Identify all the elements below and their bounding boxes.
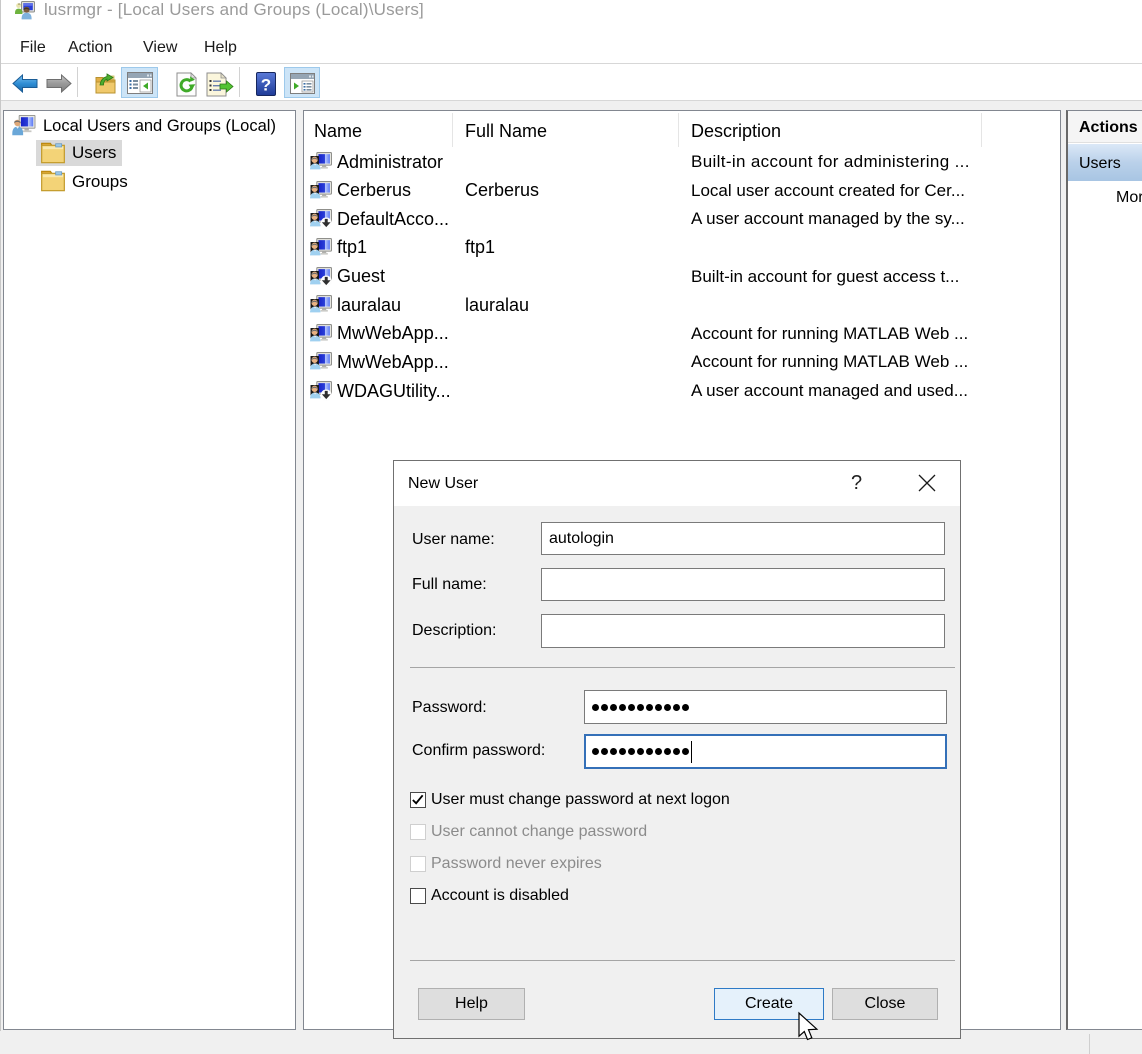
svg-text:?: ? [261,76,271,95]
